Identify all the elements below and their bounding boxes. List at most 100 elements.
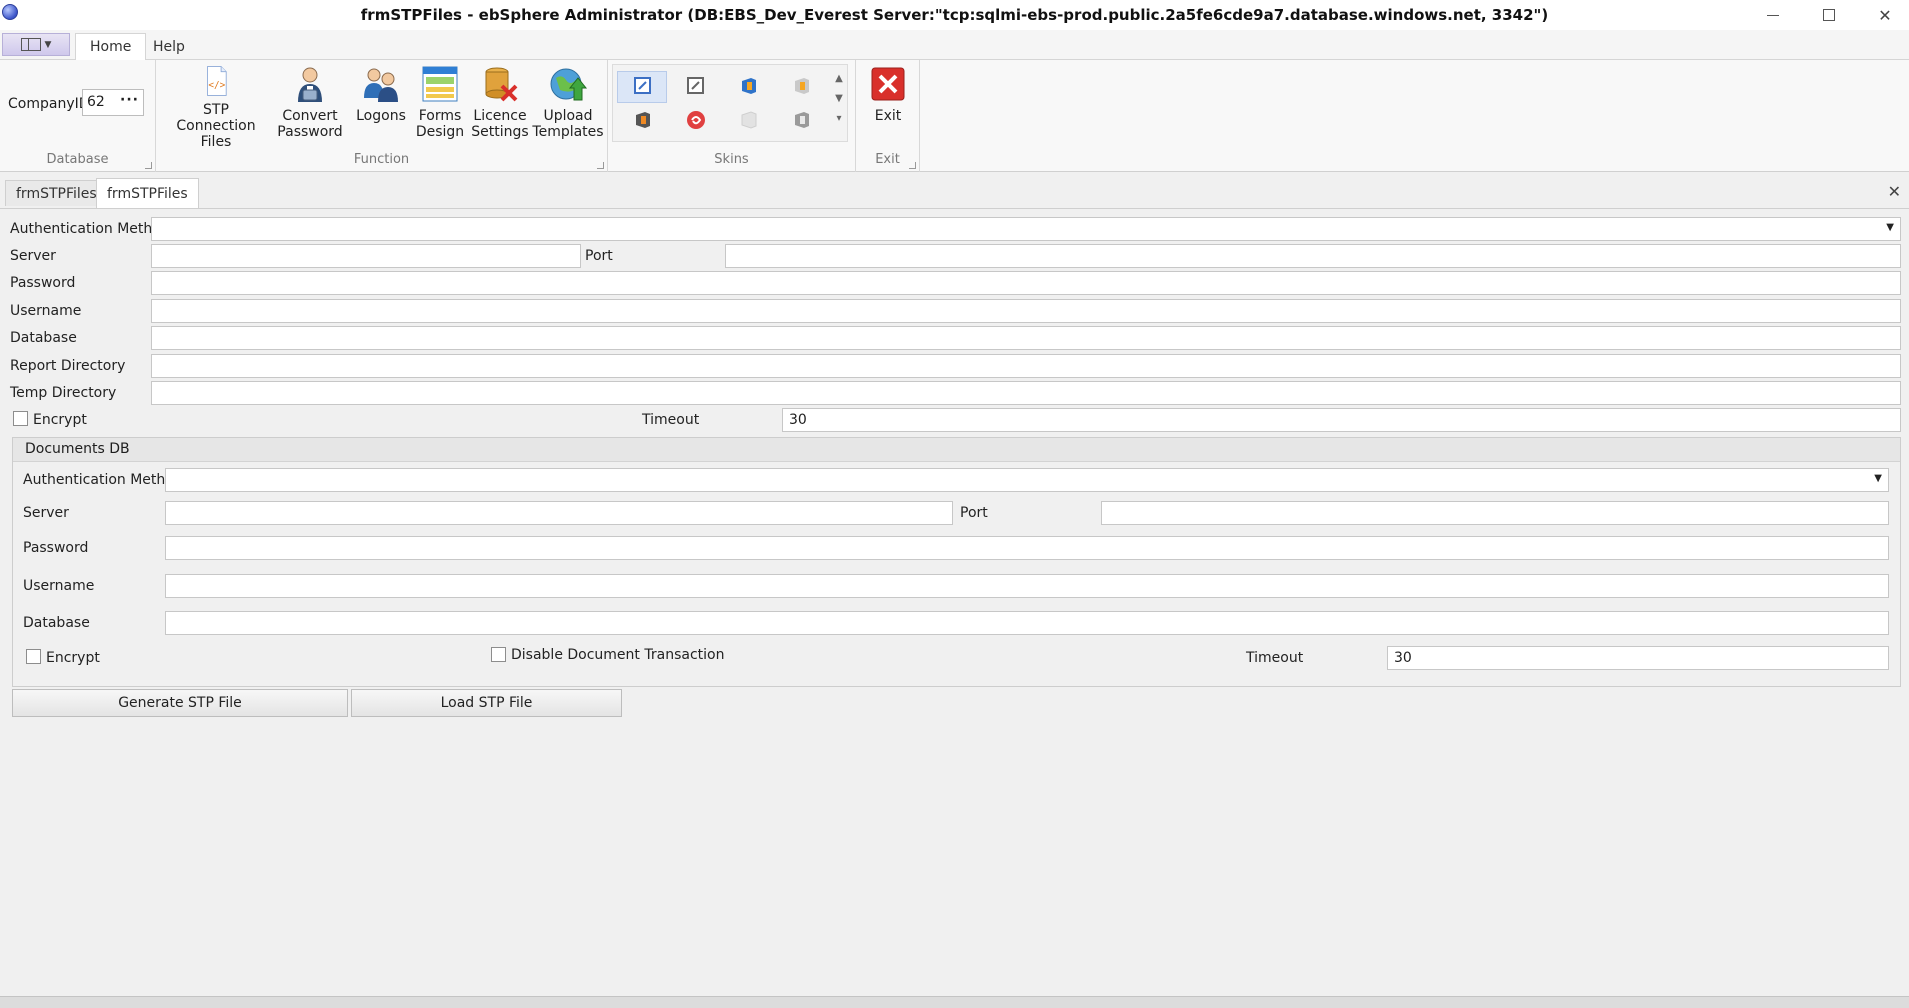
port-input[interactable] <box>725 244 1901 268</box>
maximize-icon <box>1823 9 1835 21</box>
port-label: Port <box>585 248 613 264</box>
tab-help[interactable]: Help <box>139 33 199 61</box>
skin-red-swirl-icon[interactable] <box>685 109 707 131</box>
temp-directory-label: Temp Directory <box>10 385 117 401</box>
scroll-down-icon[interactable]: ▼ <box>833 89 845 109</box>
documents-db-title: Documents DB <box>25 441 130 457</box>
app-menu-icon <box>20 38 41 51</box>
doc-tab-frmstpfiles-2[interactable]: frmSTPFiles <box>96 178 199 208</box>
window-title: frmSTPFiles - ebSphere Administrator (DB… <box>360 6 1549 24</box>
docs-encrypt-label: Encrypt <box>46 650 100 666</box>
forms-design-line1: Forms <box>418 108 462 124</box>
company-id-value: 62 <box>87 94 105 110</box>
gallery-expand-icon[interactable]: ▾ <box>833 109 845 129</box>
licence-settings-line2: Settings <box>471 124 529 140</box>
tab-home[interactable]: Home <box>75 33 147 61</box>
logons-icon <box>364 68 398 102</box>
function-group: </> STP Connection Files Convert Passwor… <box>156 60 608 172</box>
ribbon-tab-row: ▼ Home Help <box>0 30 1909 83</box>
skin-office-light-icon[interactable] <box>791 75 813 97</box>
scroll-up-icon[interactable]: ▲ <box>833 69 845 89</box>
skins-group-label: Skins <box>714 152 749 167</box>
forms-design-icon <box>422 66 458 102</box>
encrypt-checkbox[interactable] <box>13 411 28 426</box>
disable-document-transaction-checkbox[interactable] <box>491 647 506 662</box>
stp-connection-files-line2: Files <box>200 134 232 150</box>
load-stp-file-button[interactable]: Load STP File <box>351 689 622 717</box>
close-window-button[interactable]: ✕ <box>1857 0 1909 30</box>
close-document-icon[interactable]: ✕ <box>1888 182 1901 201</box>
forms-design-button[interactable]: Forms Design <box>412 62 468 150</box>
skin-office-blue-icon[interactable] <box>738 75 760 97</box>
dialog-launcher-icon[interactable] <box>909 162 916 169</box>
auth-method-label: Authentication Method <box>10 221 170 237</box>
username-label: Username <box>10 303 82 319</box>
chevron-down-icon: ▼ <box>1874 473 1882 484</box>
password-label: Password <box>10 275 76 291</box>
docs-timeout-label: Timeout <box>1246 650 1304 666</box>
document-tab-strip: frmSTPFiles frmSTPFiles ✕ <box>0 178 1909 208</box>
skin-office-faded-icon[interactable] <box>738 109 760 131</box>
exit-button[interactable]: Exit <box>862 62 914 150</box>
report-directory-label: Report Directory <box>10 358 126 374</box>
convert-password-button[interactable]: Convert Password <box>272 62 348 150</box>
dialog-launcher-icon[interactable] <box>145 162 152 169</box>
generate-stp-file-button[interactable]: Generate STP File <box>12 689 348 717</box>
logons-line1: Logons <box>356 108 406 124</box>
skin-blue-edit-icon[interactable] <box>632 75 654 97</box>
server-input[interactable] <box>151 244 581 268</box>
timeout-label: Timeout <box>642 412 700 428</box>
licence-settings-button[interactable]: Licence Settings <box>468 62 532 150</box>
username-input[interactable] <box>151 299 1901 323</box>
timeout-input[interactable]: 30 <box>782 408 1901 432</box>
docs-timeout-input[interactable]: 30 <box>1387 646 1889 670</box>
app-menu-button[interactable]: ▼ <box>2 33 70 56</box>
skins-group: ▲ ▼ ▾ Skins <box>608 60 856 172</box>
forms-design-line2: Design <box>415 124 465 140</box>
documents-db-header: Documents DB <box>13 438 1900 462</box>
chevron-down-icon: ▼ <box>44 39 52 50</box>
minimize-icon <box>1767 14 1779 16</box>
docs-encrypt-checkbox[interactable] <box>26 649 41 664</box>
server-label: Server <box>10 248 56 264</box>
docs-password-input[interactable] <box>165 536 1889 560</box>
upload-templates-line2: Templates <box>532 124 604 140</box>
upload-templates-button[interactable]: Upload Templates <box>532 62 604 150</box>
app-globe-icon[interactable] <box>2 4 18 20</box>
stp-connection-files-button[interactable]: </> STP Connection Files <box>166 62 266 150</box>
logons-button[interactable]: Logons <box>350 62 412 150</box>
disable-document-transaction-label: Disable Document Transaction <box>511 647 725 663</box>
skin-gray-edit-icon[interactable] <box>685 75 707 97</box>
docs-port-label: Port <box>960 505 988 521</box>
licence-settings-icon <box>485 67 518 102</box>
skin-gallery: ▲ ▼ ▾ <box>612 64 848 142</box>
auth-method-select[interactable]: ▼ <box>151 217 1901 241</box>
ellipsis-button[interactable]: ··· <box>120 92 139 108</box>
encrypt-label: Encrypt <box>33 412 87 428</box>
close-icon: ✕ <box>1878 5 1892 25</box>
company-id-input[interactable]: 62 ··· <box>82 89 144 116</box>
skin-gallery-scroll[interactable]: ▲ ▼ ▾ <box>833 69 845 129</box>
company-id-label: CompanyID <box>8 96 90 112</box>
doc-tab-frmstpfiles-1[interactable]: frmSTPFiles <box>5 180 108 206</box>
svg-text:</>: </> <box>208 80 225 91</box>
maximize-button[interactable] <box>1801 0 1857 30</box>
password-input[interactable] <box>151 271 1901 295</box>
docs-port-input[interactable] <box>1101 501 1889 525</box>
skin-office-orange-icon[interactable] <box>632 109 654 131</box>
ribbon-body: CompanyID 62 ··· Database </> STP Connec… <box>0 60 1909 172</box>
temp-directory-input[interactable] <box>151 381 1901 405</box>
dialog-launcher-icon[interactable] <box>597 162 604 169</box>
function-group-label: Function <box>353 152 410 167</box>
docs-username-input[interactable] <box>165 574 1889 598</box>
documents-db-group: Documents DB Authentication Method ▼ Ser… <box>12 437 1901 687</box>
minimize-button[interactable] <box>1745 0 1801 30</box>
docs-auth-method-select[interactable]: ▼ <box>165 468 1889 492</box>
stp-connection-files-line1: STP Connection <box>176 102 256 134</box>
skin-office-gray-icon[interactable] <box>791 109 813 131</box>
database-input[interactable] <box>151 326 1901 350</box>
docs-server-input[interactable] <box>165 501 953 525</box>
docs-database-input[interactable] <box>165 611 1889 635</box>
exit-icon <box>871 67 905 101</box>
report-directory-input[interactable] <box>151 354 1901 378</box>
